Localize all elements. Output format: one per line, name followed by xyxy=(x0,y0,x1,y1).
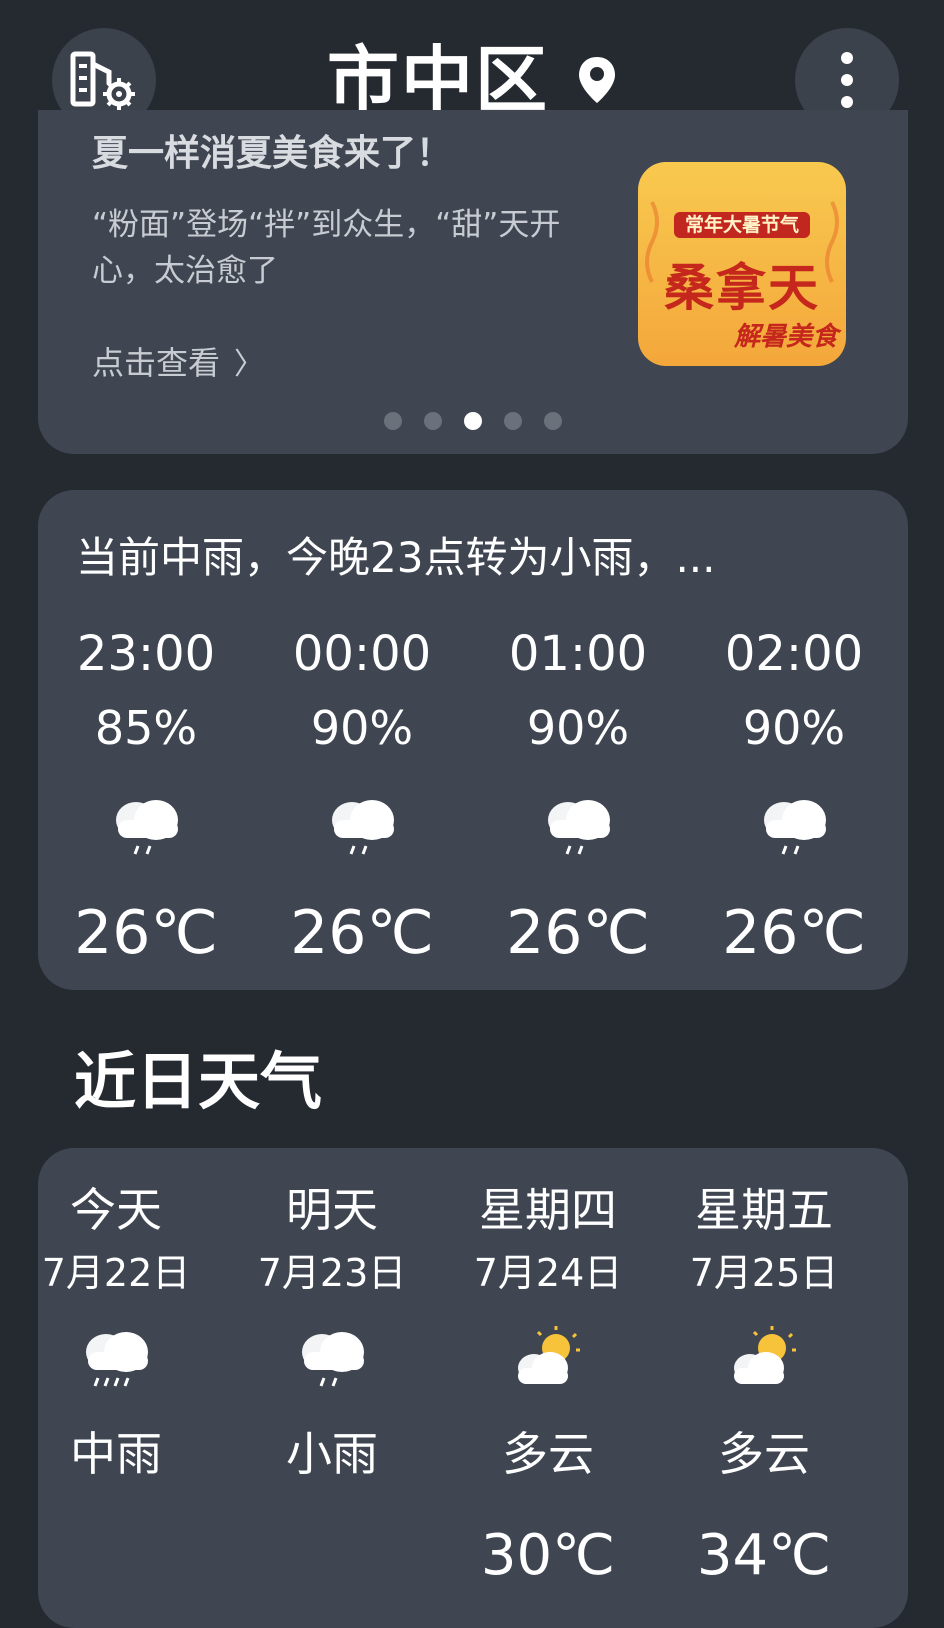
daily-section-title: 近日天气 xyxy=(74,1045,323,1118)
day-condition: 小雨 xyxy=(286,1427,378,1481)
day-condition: 中雨 xyxy=(70,1427,162,1481)
carousel-dot[interactable] xyxy=(424,412,442,430)
day-date: 7月22日 xyxy=(41,1251,191,1295)
hourly-item: 02:00 90% 26℃ xyxy=(686,624,902,968)
daily-item[interactable]: 今天 7月22日 中雨 xyxy=(8,1180,224,1526)
partly-cloudy-icon xyxy=(656,1324,872,1402)
precip-probability: 90% xyxy=(742,701,846,755)
promo-image[interactable]: 常年大暑节气 桑拿天 解暑美食 xyxy=(638,162,846,366)
day-high-temp: 30℃ xyxy=(480,1523,616,1588)
day-date: 7月25日 xyxy=(689,1251,839,1295)
light-rain-icon xyxy=(254,790,470,870)
precip-probability: 90% xyxy=(310,701,414,755)
partly-cloudy-icon xyxy=(440,1324,656,1402)
day-name: 今天 xyxy=(70,1183,162,1237)
hourly-forecast-card[interactable]: 当前中雨，今晚23点转为小雨，... 23:00 85% 26℃ 00:00 9… xyxy=(38,490,908,990)
hourly-item: 01:00 90% 26℃ xyxy=(470,624,686,968)
carousel-indicator xyxy=(38,412,908,430)
light-rain-icon xyxy=(224,1324,440,1402)
carousel-dot-active[interactable] xyxy=(464,412,482,430)
promo-description: “粉面”登场“拌”到众生，“甜”天开心，太治愈了 xyxy=(92,207,561,289)
hour-temperature: 26℃ xyxy=(290,898,434,968)
hourly-summary: 当前中雨，今晚23点转为小雨，... xyxy=(76,533,716,582)
more-vertical-icon xyxy=(841,52,853,108)
day-high-temp: 34℃ xyxy=(696,1523,832,1588)
light-rain-icon xyxy=(470,790,686,870)
daily-forecast-card[interactable]: 今天 7月22日 中雨 明天 7月23日 小雨 星期四 7月24日 多云 30℃… xyxy=(38,1148,908,1628)
light-rain-icon xyxy=(38,790,254,870)
chevron-right-icon: 〉 xyxy=(234,347,265,382)
promo-image-tag: 常年大暑节气 xyxy=(674,212,810,238)
daily-item[interactable]: 明天 7月23日 小雨 xyxy=(224,1180,440,1526)
moderate-rain-icon xyxy=(8,1324,224,1402)
hour-time: 02:00 xyxy=(724,626,864,682)
day-condition: 多云 xyxy=(502,1427,594,1481)
promo-image-title: 桑拿天 xyxy=(664,259,820,317)
precip-probability: 85% xyxy=(94,701,198,755)
promo-link-label: 点击查看 xyxy=(92,344,221,382)
promo-view-link[interactable]: 点击查看〉 xyxy=(92,338,264,384)
hour-time: 23:00 xyxy=(76,626,216,682)
day-name: 星期四 xyxy=(479,1183,617,1237)
carousel-dot[interactable] xyxy=(544,412,562,430)
day-condition: 多云 xyxy=(718,1427,810,1481)
hour-temperature: 26℃ xyxy=(74,898,218,968)
promo-image-subtitle: 解暑美食 xyxy=(733,322,838,352)
promo-card[interactable]: 夏一样消夏美食来了！ “粉面”登场“拌”到众生，“甜”天开心，太治愈了 点击查看… xyxy=(38,110,908,454)
hour-time: 01:00 xyxy=(508,626,648,682)
location-pin-icon xyxy=(577,40,617,120)
light-rain-icon xyxy=(686,790,902,870)
promo-title: 夏一样消夏美食来了！ xyxy=(92,133,453,174)
hour-temperature: 26℃ xyxy=(506,898,650,968)
day-date: 7月24日 xyxy=(473,1251,623,1295)
day-date: 7月23日 xyxy=(257,1251,407,1295)
precip-probability: 90% xyxy=(526,701,630,755)
daily-item[interactable]: 星期五 7月25日 多云 34℃ xyxy=(656,1180,872,1586)
day-name: 明天 xyxy=(286,1183,378,1237)
carousel-dot[interactable] xyxy=(504,412,522,430)
hour-time: 00:00 xyxy=(292,626,432,682)
carousel-dot[interactable] xyxy=(384,412,402,430)
hour-temperature: 26℃ xyxy=(722,898,866,968)
hourly-item: 23:00 85% 26℃ xyxy=(38,624,254,968)
daily-item[interactable]: 星期四 7月24日 多云 30℃ xyxy=(440,1180,656,1586)
day-name: 星期五 xyxy=(695,1183,833,1237)
hourly-item: 00:00 90% 26℃ xyxy=(254,624,470,968)
